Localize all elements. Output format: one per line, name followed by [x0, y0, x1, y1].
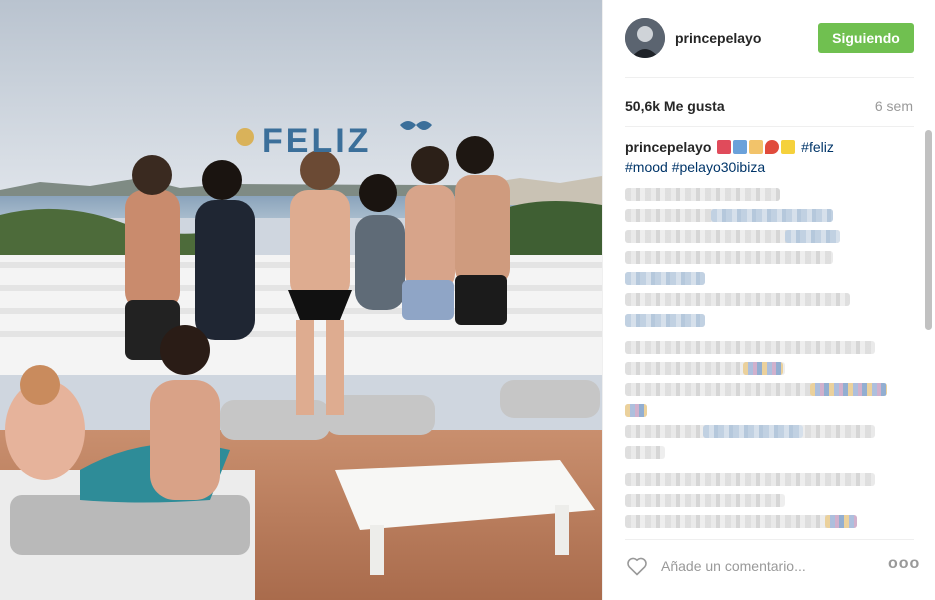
blurred-comment: [625, 188, 780, 201]
blurred-comment: [625, 494, 785, 507]
likes-count[interactable]: 50,6k Me gusta: [625, 98, 725, 114]
hashtag-link[interactable]: #feliz: [801, 139, 834, 155]
divider: [625, 77, 914, 78]
blurred-comment: [625, 473, 875, 486]
avatar[interactable]: [625, 18, 665, 58]
following-button[interactable]: Siguiendo: [818, 23, 914, 53]
more-options-icon[interactable]: ooo: [888, 556, 919, 572]
blurred-comment: [625, 404, 647, 417]
hashtag-link[interactable]: #mood: [625, 159, 668, 175]
post-header: princepelayo Siguiendo: [625, 18, 914, 58]
comments-list: princepelayo #feliz #mood #pelayo30ibiza: [625, 136, 912, 532]
emoji-icon: [717, 140, 732, 154]
divider: [625, 539, 914, 540]
emoji-icon: [733, 140, 748, 154]
blurred-comment: [625, 341, 875, 354]
caption-username[interactable]: princepelayo: [625, 139, 711, 155]
blurred-comment: [625, 362, 785, 375]
comment-input[interactable]: [661, 554, 871, 578]
divider: [625, 126, 914, 127]
blurred-comment: [625, 272, 705, 285]
post-sidebar: princepelayo Siguiendo 50,6k Me gusta 6 …: [602, 0, 935, 600]
emoji-icon: [749, 140, 764, 154]
username-link[interactable]: princepelayo: [675, 30, 761, 46]
hashtag-link[interactable]: #pelayo30ibiza: [672, 159, 765, 175]
blurred-comment: [625, 446, 665, 459]
caption-emoji: [717, 140, 797, 158]
blurred-comment: [625, 314, 705, 327]
post-photo[interactable]: FELIZ: [0, 0, 602, 600]
blurred-comment: [625, 230, 840, 243]
blurred-comment: [625, 425, 875, 438]
emoji-icon: [781, 140, 796, 154]
blurred-comment: [625, 251, 833, 264]
blurred-comment: [625, 209, 833, 222]
blurred-comment: [625, 515, 857, 528]
emoji-icon: [765, 140, 780, 154]
heart-icon[interactable]: [625, 554, 649, 578]
blurred-comment: [625, 383, 887, 396]
feliz-banner-text: FELIZ: [262, 122, 371, 160]
post-timestamp[interactable]: 6 sem: [875, 98, 913, 114]
party-scene-image: FELIZ: [0, 0, 602, 600]
comments-scrollbar[interactable]: [925, 130, 932, 330]
caption: princepelayo #feliz #mood #pelayo30ibiza: [625, 138, 912, 176]
blurred-comment: [625, 293, 850, 306]
comment-bar: ooo: [625, 552, 919, 580]
